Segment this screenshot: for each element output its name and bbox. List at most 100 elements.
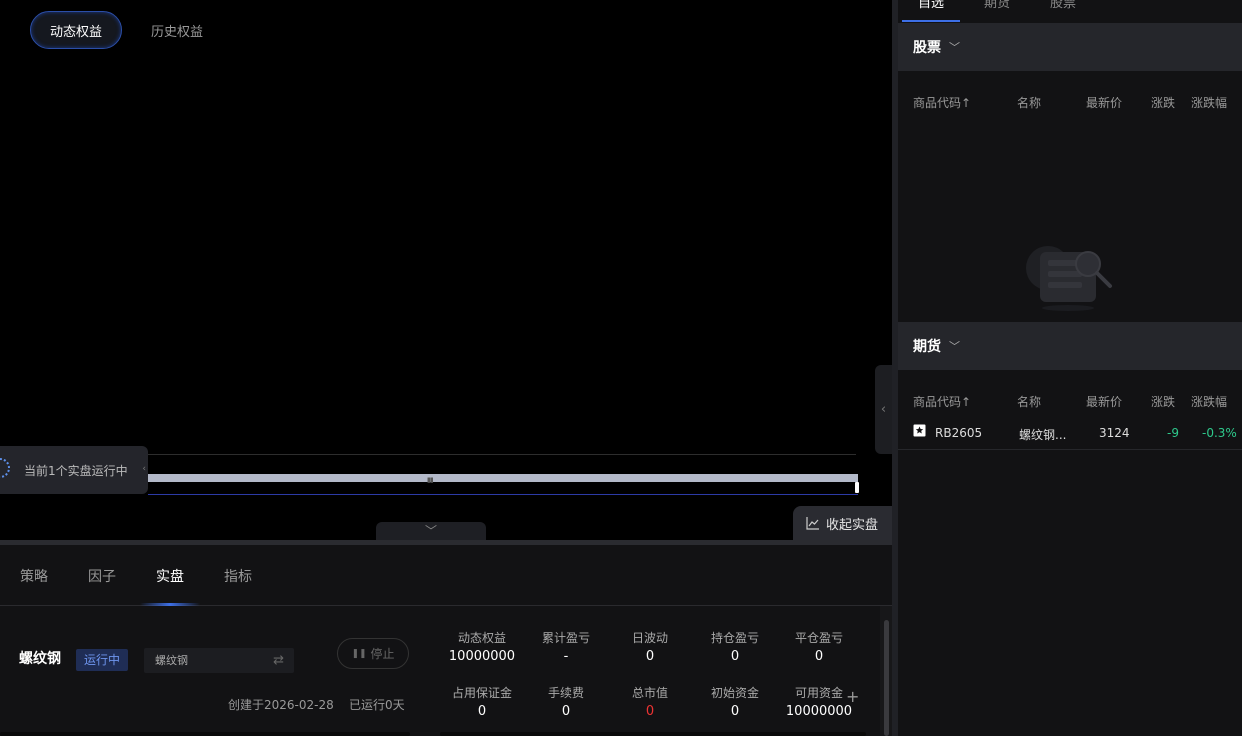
stat-value: 0 [814, 649, 824, 664]
stat-label: 日波动 [631, 631, 668, 645]
stat-initial-capital: 初始资金 0 [693, 684, 777, 719]
bottom-panel: 策略 因子 实盘 指标 螺纹钢 运行中 螺纹钢 ⇄ ❚❚ 停止 创建于2026-… [0, 540, 892, 736]
empty-state-icon [1026, 246, 1112, 311]
col-code[interactable]: 商品代码↑ [913, 94, 971, 111]
chevron-left-icon: ‹ [880, 402, 887, 417]
stat-value: 0 [645, 704, 655, 719]
tab-favorites[interactable]: 自选 [898, 0, 964, 22]
row-name: 螺纹钢... [1019, 428, 1067, 442]
stat-dynamic-equity: 动态权益 10000000 [440, 629, 524, 664]
tab-futures[interactable]: 期货 [964, 0, 1030, 22]
col-name[interactable]: 名称 [1017, 393, 1041, 410]
watchlist-panel: 自选 期货 股票 股票 ﹀ 商品代码↑ 名称 最新价 涨跌 涨跌幅 期货 ﹀ 商… [898, 0, 1242, 736]
stat-value: 0 [730, 649, 740, 664]
stocks-section-header[interactable]: 股票 ﹀ [898, 23, 1242, 71]
tab-factor[interactable]: 因子 [68, 545, 136, 606]
stop-label: 停止 [370, 647, 395, 661]
pause-icon: ❚❚ [351, 648, 367, 659]
live-strategy-row: 螺纹钢 运行中 螺纹钢 ⇄ ❚❚ 停止 创建于2026-02-28 已运行0天 … [0, 606, 880, 736]
stat-label: 手续费 [547, 686, 584, 700]
tab-live[interactable]: 实盘 [136, 545, 204, 606]
equity-chart-area: 动态权益 历史权益 ▮▮ 当前1个实盘运行中 ‹ ﹀ 收起实盘 [0, 0, 892, 540]
stat-label: 动态权益 [457, 631, 506, 645]
collapse-live-button[interactable]: 收起实盘 [793, 506, 892, 540]
stat-closed-pnl: 平仓盈亏 0 [777, 629, 861, 664]
stat-label: 占用保证金 [451, 686, 512, 700]
stat-label: 总市值 [631, 686, 668, 700]
stat-value: 0 [645, 649, 655, 664]
runtime-days: 已运行0天 [349, 698, 405, 712]
col-code[interactable]: 商品代码↑ [913, 393, 971, 410]
stat-cumulative-pnl: 累计盈亏 - [524, 629, 608, 664]
chevron-down-icon: ﹀ [949, 41, 960, 54]
stat-value: 0 [730, 704, 740, 719]
watchlist-toggle-button[interactable]: ‹ [875, 365, 892, 454]
table-row[interactable]: RB2605 螺纹钢... 3124 -9 -0.3% [898, 422, 1242, 450]
stat-label: 持仓盈亏 [710, 631, 759, 645]
line-chart-icon [806, 517, 819, 530]
col-change[interactable]: 涨跌 [1151, 94, 1175, 111]
chart-baseline [148, 454, 856, 455]
swap-icon[interactable]: ⇄ [273, 648, 284, 673]
stat-market-value: 总市值 0 [608, 684, 692, 719]
col-pct[interactable]: 涨跌幅 [1191, 94, 1227, 111]
stat-value: 10000000 [785, 704, 853, 719]
tab-indicator[interactable]: 指标 [204, 545, 272, 606]
tab-stocks[interactable]: 股票 [1030, 0, 1096, 22]
row-code: RB2605 [935, 426, 983, 440]
row-pct: -0.3% [1202, 426, 1237, 440]
stat-value: 0 [477, 704, 487, 719]
running-live-text: 当前1个实盘运行中 [24, 463, 128, 478]
spinner-icon [0, 458, 10, 478]
stat-label: 平仓盈亏 [794, 631, 843, 645]
section-title: 期货 [913, 339, 941, 355]
tab-dynamic-equity[interactable]: 动态权益 [30, 11, 123, 49]
stat-value: 10000000 [448, 649, 516, 664]
stat-position-pnl: 持仓盈亏 0 [693, 629, 777, 664]
stat-daily-volatility: 日波动 0 [608, 629, 692, 664]
row-price: 3124 [1099, 426, 1130, 440]
status-badge: 运行中 [76, 649, 129, 671]
chart-range-slider[interactable]: ▮▮ [148, 474, 859, 495]
col-change[interactable]: 涨跌 [1151, 393, 1175, 410]
stat-value: 0 [561, 704, 571, 719]
symbol-select-value: 螺纹钢 [155, 654, 188, 667]
col-price[interactable]: 最新价 [1086, 94, 1122, 111]
chevron-down-icon: ﹀ [424, 524, 437, 538]
bottom-tabs: 策略 因子 实盘 指标 [0, 545, 892, 606]
collapse-chart-button[interactable]: ﹀ [376, 522, 486, 540]
col-price[interactable]: 最新价 [1086, 393, 1122, 410]
stocks-column-headers: 商品代码↑ 名称 最新价 涨跌 涨跌幅 [898, 94, 1242, 114]
row-change: -9 [1167, 426, 1179, 440]
stat-value: - [563, 649, 569, 664]
stat-margin-used: 占用保证金 0 [440, 684, 524, 719]
col-name[interactable]: 名称 [1017, 94, 1041, 111]
chevron-down-icon: ﹀ [949, 340, 960, 353]
strategy-name: 螺纹钢 [19, 651, 61, 667]
bottom-scrollbar[interactable] [884, 620, 889, 736]
created-date: 创建于2026-02-28 [228, 698, 334, 712]
col-pct[interactable]: 涨跌幅 [1191, 393, 1227, 410]
stat-label: 初始资金 [710, 686, 759, 700]
add-funds-icon[interactable]: + [846, 687, 859, 706]
symbol-select[interactable]: 螺纹钢 ⇄ [144, 648, 294, 673]
bottom-strip [440, 732, 866, 736]
bottom-strip [0, 732, 410, 736]
stat-fees: 手续费 0 [524, 684, 608, 719]
favorite-star-icon[interactable] [913, 424, 926, 437]
stat-label: 累计盈亏 [541, 631, 590, 645]
tab-history-equity[interactable]: 历史权益 [132, 11, 222, 49]
range-end-handle[interactable] [855, 482, 859, 493]
range-grip-icon[interactable]: ▮▮ [427, 476, 434, 484]
range-track[interactable]: ▮▮ [148, 474, 858, 484]
collapse-live-label: 收起实盘 [826, 517, 879, 533]
section-title: 股票 [913, 40, 941, 56]
chevron-left-icon[interactable]: ‹ [142, 464, 146, 474]
stop-button[interactable]: ❚❚ 停止 [337, 638, 409, 669]
running-live-badge[interactable]: 当前1个实盘运行中 ‹ [0, 446, 148, 494]
watchlist-tabs: 自选 期货 股票 [898, 0, 1242, 22]
futures-column-headers: 商品代码↑ 名称 最新价 涨跌 涨跌幅 [898, 393, 1242, 413]
tab-strategy[interactable]: 策略 [0, 545, 68, 606]
equity-tabs: 动态权益 历史权益 [30, 11, 222, 49]
futures-section-header[interactable]: 期货 ﹀ [898, 322, 1242, 370]
